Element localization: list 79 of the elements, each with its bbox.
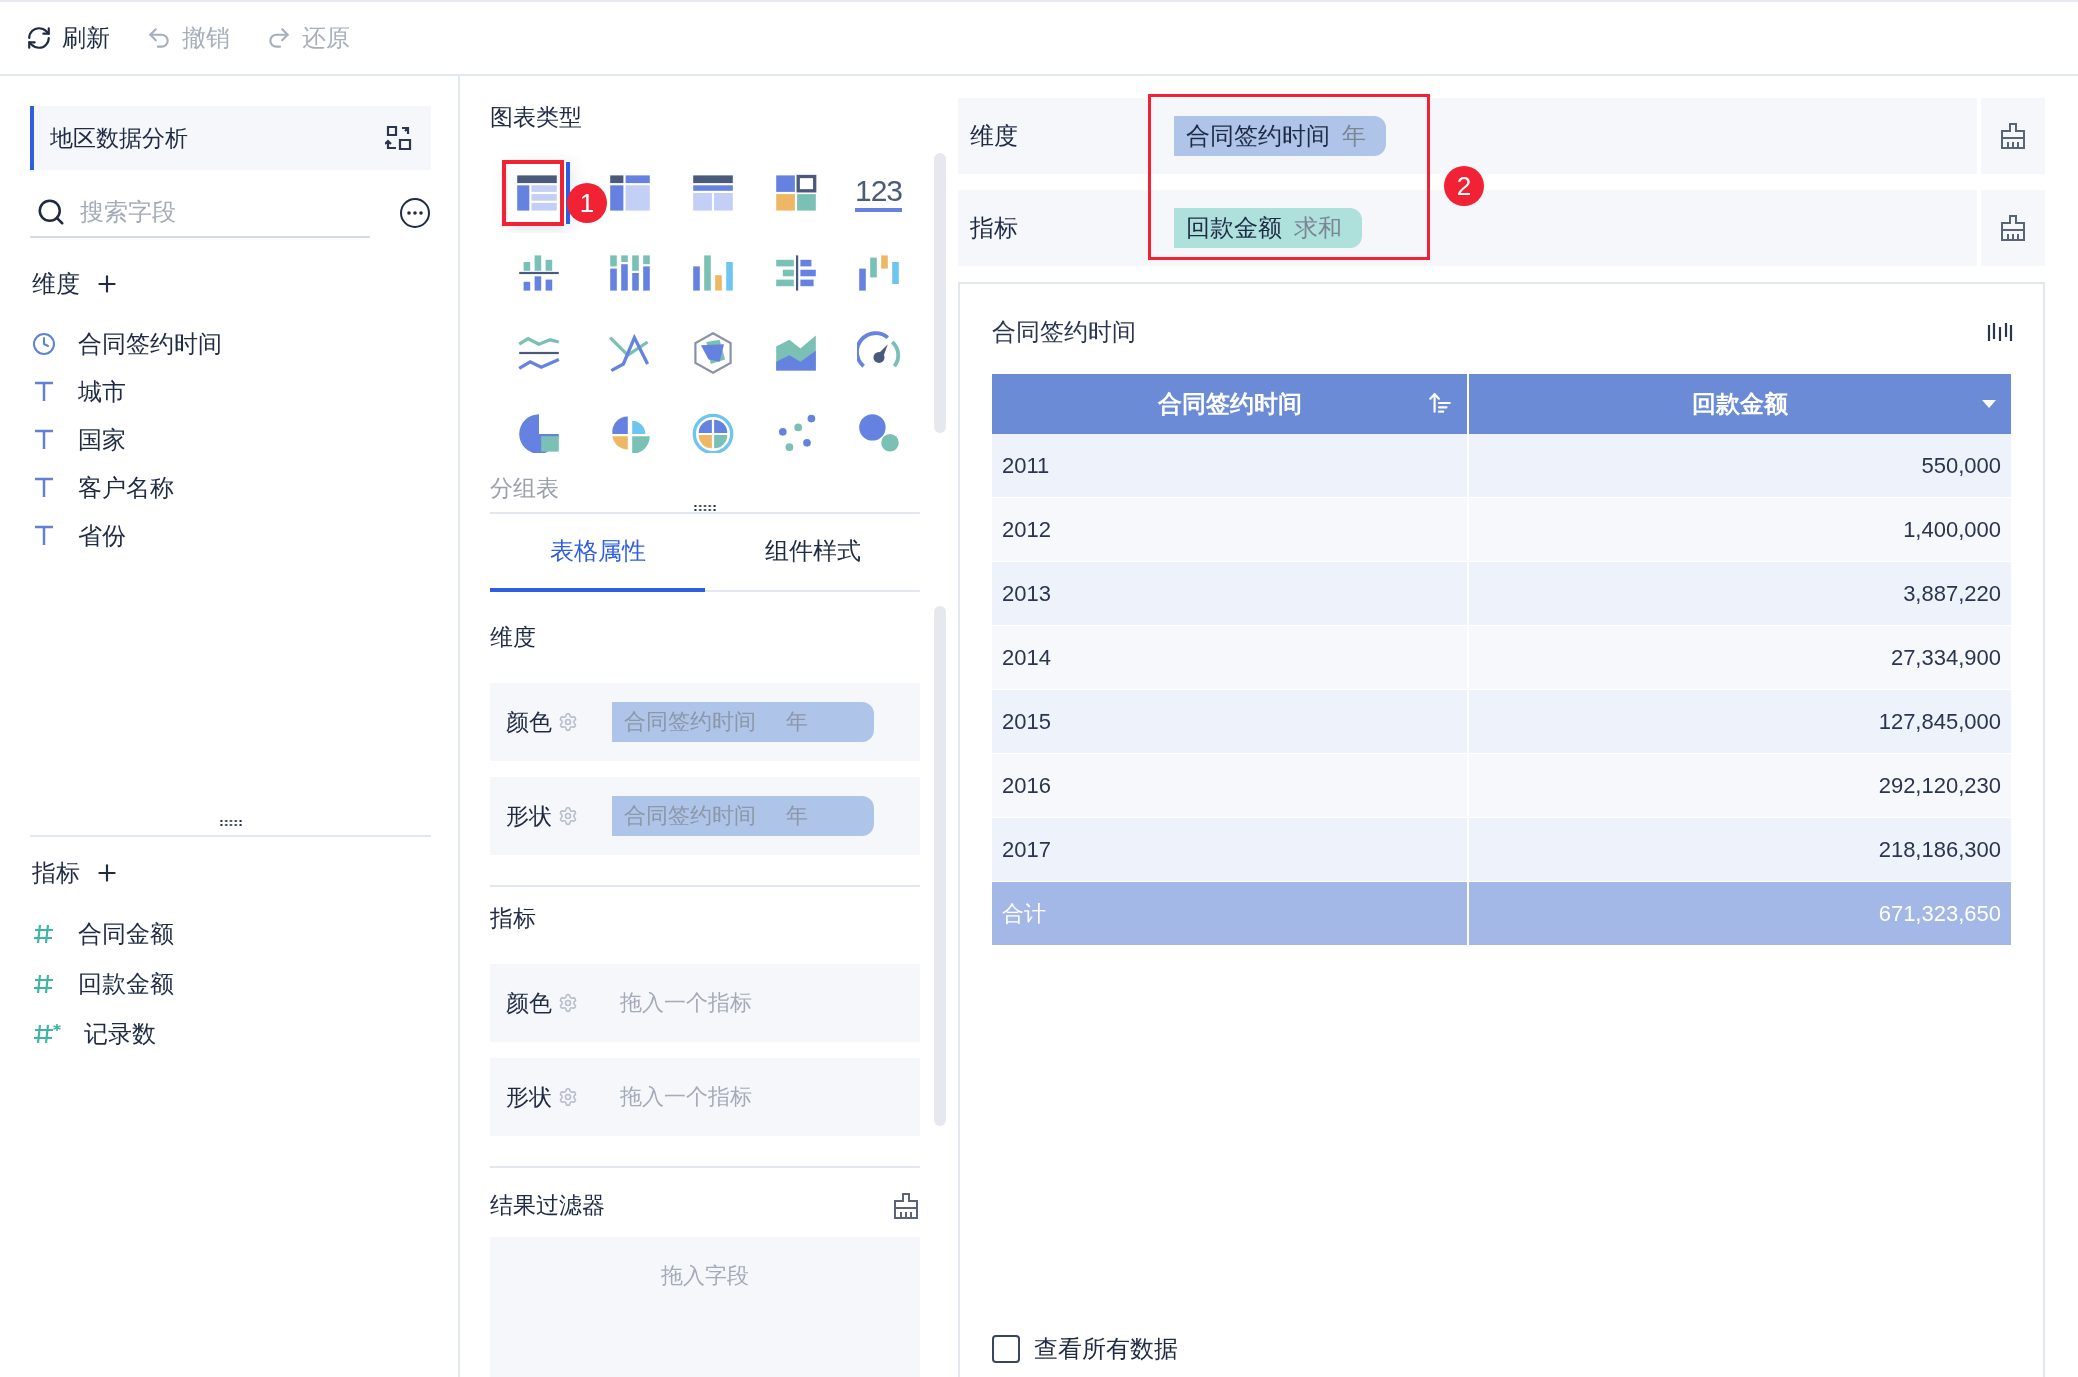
- table-cell: 2016: [992, 754, 1469, 818]
- drop-zone-hint: 拖入一个指标: [619, 989, 752, 1017]
- table-cell: 2014: [992, 626, 1469, 690]
- total-cell: 671,323,650: [1469, 882, 2013, 946]
- property-label: 颜色: [506, 988, 552, 1018]
- shelf-label: 指标: [970, 213, 1019, 243]
- search-icon: [36, 197, 66, 227]
- table-cell: 2015: [992, 690, 1469, 754]
- swap-icon[interactable]: [385, 124, 413, 152]
- section-title: 维度: [32, 269, 80, 299]
- table-cell: 292,120,230: [1469, 754, 2013, 818]
- bubble-chart-icon: [856, 412, 901, 453]
- more-icon[interactable]: [399, 197, 431, 229]
- property-label: 颜色: [506, 707, 552, 737]
- field-pill[interactable]: 合同签约时间 年: [1174, 116, 1386, 156]
- section-title: 维度: [490, 623, 537, 652]
- clear-icon[interactable]: [892, 1191, 920, 1220]
- drag-handle[interactable]: [693, 504, 717, 512]
- clear-icon[interactable]: [1999, 122, 2027, 150]
- text-type-icon: [32, 428, 56, 452]
- clock-icon: [32, 332, 56, 356]
- table-cell: 127,845,000: [1469, 690, 2013, 754]
- table-cell: 3,887,220: [1469, 562, 2013, 626]
- line-chart-icon: [607, 331, 652, 375]
- table-cell: 2017: [992, 818, 1469, 882]
- table-cell: 27,334,900: [1469, 626, 2013, 690]
- hash-star-icon: [32, 1022, 62, 1046]
- refresh-icon: [26, 25, 52, 51]
- property-label: 形状: [506, 801, 552, 831]
- pie-chart-icon: [517, 412, 561, 453]
- sort-icon[interactable]: [1427, 390, 1453, 416]
- field-item[interactable]: 记录数: [84, 1018, 156, 1050]
- field-pill: 合同签约时间 年: [612, 796, 874, 836]
- polar-chart-icon: [690, 412, 735, 453]
- total-cell: 合计: [992, 882, 1469, 946]
- panel-title: 图表类型: [490, 103, 583, 132]
- text-type-icon: [32, 380, 56, 404]
- section-title: 指标: [32, 858, 80, 888]
- hash-icon: [32, 972, 56, 996]
- field-item[interactable]: 城市: [78, 376, 126, 408]
- field-item[interactable]: 省份: [78, 520, 126, 552]
- field-item[interactable]: 国家: [78, 424, 126, 456]
- drag-handle[interactable]: [218, 819, 243, 827]
- table-cell: 2012: [992, 498, 1469, 562]
- section-title: 指标: [490, 904, 537, 933]
- table-cell: 2011: [992, 434, 1469, 498]
- undo-icon: [146, 25, 172, 51]
- table-cell: 1,400,000: [1469, 498, 2013, 562]
- tab[interactable]: 表格属性: [490, 514, 705, 592]
- checkbox-label: 查看所有数据: [1034, 1334, 1178, 1364]
- field-pill[interactable]: 回款金额 求和: [1174, 208, 1362, 248]
- text-type-icon: [32, 524, 56, 548]
- shelf-label: 维度: [970, 121, 1019, 151]
- dataset-name: 地区数据分析: [50, 123, 188, 153]
- tab[interactable]: 组件样式: [705, 514, 920, 592]
- table-cell: 2013: [992, 562, 1469, 626]
- field-pill: 合同签约时间 年: [612, 702, 874, 742]
- hash-icon: [32, 922, 56, 946]
- field-item[interactable]: 客户名称: [78, 472, 174, 504]
- redo-icon: [266, 25, 292, 51]
- drop-zone-hint: 拖入一个指标: [619, 1083, 752, 1111]
- card-title: 合同签约时间: [992, 317, 1136, 347]
- table-cell: 550,000: [1469, 434, 2013, 498]
- highlight-frame: [502, 160, 564, 226]
- search-field[interactable]: 搜索字段: [78, 197, 338, 227]
- text-type-icon: [32, 476, 56, 500]
- toolbar-button[interactable]: 刷新: [26, 22, 110, 54]
- field-item[interactable]: 回款金额: [78, 968, 174, 1000]
- checkbox[interactable]: [992, 1335, 1020, 1363]
- section-title: 结果过滤器: [490, 1191, 605, 1220]
- step-badge: 1: [567, 183, 607, 223]
- field-item[interactable]: 合同金额: [78, 918, 174, 950]
- field-item[interactable]: 合同签约时间: [78, 328, 222, 360]
- bars-icon[interactable]: [1987, 321, 2013, 343]
- property-label: 形状: [506, 1082, 552, 1112]
- drop-zone-hint: 拖入字段: [661, 1262, 749, 1290]
- tooltip-text: 分组表: [490, 474, 560, 503]
- clear-icon[interactable]: [1999, 214, 2027, 242]
- table-cell: 218,186,300: [1469, 818, 2013, 882]
